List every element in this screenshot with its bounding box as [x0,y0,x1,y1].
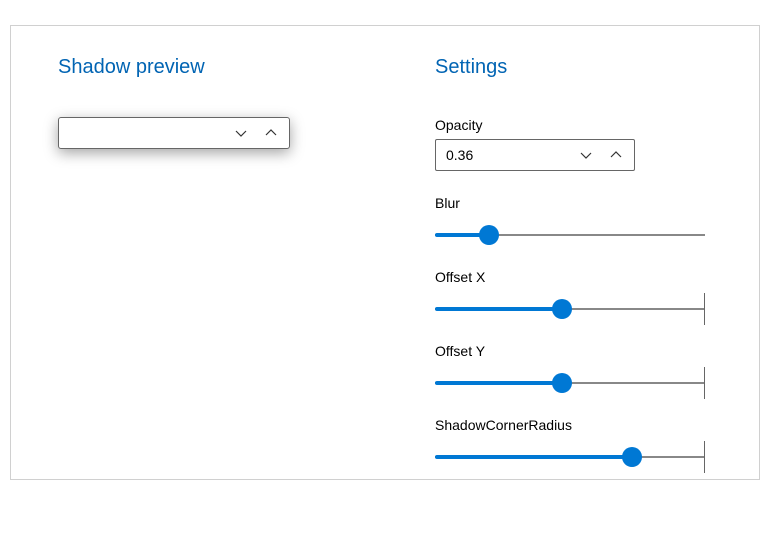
preview-column: Shadow preview [58,56,378,149]
slider-end-tick [704,441,705,473]
preview-increment-button[interactable] [257,121,285,145]
blur-field: Blur [435,195,725,245]
opacity-decrement-button[interactable] [572,143,600,167]
chevron-down-icon [580,149,592,161]
settings-title: Settings [435,56,725,79]
shadow-preview-numberbox[interactable] [58,117,290,149]
slider-fill [435,307,562,311]
main-panel: Shadow preview Settings Opacity 0.36 [10,25,760,480]
offsety-slider[interactable] [435,373,705,393]
opacity-value: 0.36 [446,147,570,163]
offsety-field: Offset Y [435,343,725,393]
blur-slider[interactable] [435,225,705,245]
blur-label: Blur [435,195,725,211]
slider-fill [435,381,562,385]
opacity-field: Opacity 0.36 [435,117,725,171]
settings-column: Settings Opacity 0.36 Blur [435,56,725,467]
slider-end-tick [704,293,705,325]
chevron-up-icon [265,127,277,139]
slider-fill [435,455,632,459]
cornerradius-label: ShadowCornerRadius [435,417,725,433]
slider-end-tick [704,367,705,399]
chevron-up-icon [610,149,622,161]
opacity-numberbox[interactable]: 0.36 [435,139,635,171]
offsety-label: Offset Y [435,343,725,359]
offsetx-slider[interactable] [435,299,705,319]
cornerradius-slider[interactable] [435,447,705,467]
slider-thumb[interactable] [552,373,572,393]
offsetx-field: Offset X [435,269,725,319]
cornerradius-field: ShadowCornerRadius [435,417,725,467]
slider-thumb[interactable] [552,299,572,319]
opacity-increment-button[interactable] [602,143,630,167]
preview-decrement-button[interactable] [227,121,255,145]
slider-thumb[interactable] [479,225,499,245]
chevron-down-icon [235,127,247,139]
opacity-label: Opacity [435,117,725,133]
offsetx-label: Offset X [435,269,725,285]
preview-title: Shadow preview [58,56,378,79]
slider-thumb[interactable] [622,447,642,467]
